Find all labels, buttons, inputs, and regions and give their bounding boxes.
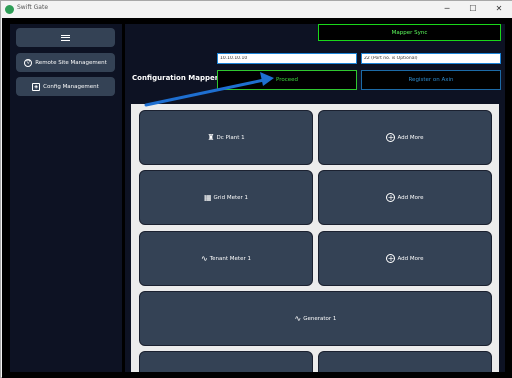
card-label: Generator 1 xyxy=(303,315,337,322)
maximize-button[interactable]: ☐ xyxy=(467,3,479,15)
sidebar: ⛛ Remote Site Management ◈ Config Manage… xyxy=(10,24,122,372)
card-label: Add More xyxy=(397,194,424,201)
add-more-card[interactable]: + Add More xyxy=(318,110,492,165)
grid-icon: ▦ xyxy=(203,192,212,202)
device-card-dc-plant[interactable]: ♜ Dc Plant 1 xyxy=(139,110,313,165)
ip-address-input[interactable] xyxy=(217,53,357,64)
device-card-generator[interactable]: ∿ Generator 1 xyxy=(139,291,492,346)
menu-toggle-button[interactable] xyxy=(16,28,115,47)
mapper-sync-button[interactable]: Mapper Sync xyxy=(318,24,501,41)
sidebar-item-label: Config Management xyxy=(43,83,99,90)
card-label: Add More xyxy=(397,134,424,141)
title-bar: Swift Gate ─ ☐ ✕ xyxy=(1,1,512,18)
main-panel: Mapper Sync Configuration Mapper Proceed… xyxy=(125,24,505,372)
app-client-area: ⛛ Remote Site Management ◈ Config Manage… xyxy=(2,18,512,378)
sidebar-item-config-management[interactable]: ◈ Config Management xyxy=(16,77,115,96)
card-label: Grid Meter 1 xyxy=(213,194,249,201)
proceed-button[interactable]: Proceed xyxy=(217,70,357,90)
tower-icon: ♜ xyxy=(207,132,215,142)
page-title: Configuration Mapper xyxy=(132,74,219,82)
pulse-icon: ∿ xyxy=(201,253,208,263)
hamburger-icon xyxy=(61,34,70,41)
window-title: Swift Gate xyxy=(17,4,49,11)
close-button[interactable]: ✕ xyxy=(493,3,505,15)
app-logo-icon xyxy=(5,5,14,14)
plus-circle-icon: + xyxy=(386,133,396,142)
pulse-icon: ∿ xyxy=(294,313,302,323)
add-more-card[interactable]: + Add More xyxy=(318,170,492,225)
device-card-partial[interactable] xyxy=(139,351,313,372)
device-card-partial[interactable] xyxy=(318,351,492,372)
sitemap-icon: ⛛ xyxy=(24,58,33,67)
device-card-grid-meter[interactable]: ▦ Grid Meter 1 xyxy=(139,170,313,225)
plus-circle-icon: + xyxy=(386,193,396,202)
cube-icon: ◈ xyxy=(32,82,41,91)
add-more-card[interactable]: + Add More xyxy=(318,231,492,286)
plus-circle-icon: + xyxy=(386,254,396,263)
minimize-button[interactable]: ─ xyxy=(441,3,453,15)
card-label: Add More xyxy=(397,255,424,262)
register-on-axin-button[interactable]: Register on Axin xyxy=(361,70,501,90)
card-label: Tenant Meter 1 xyxy=(209,255,251,262)
sidebar-item-label: Remote Site Management xyxy=(35,59,107,66)
port-input[interactable] xyxy=(361,53,501,64)
device-card-tenant-meter[interactable]: ∿ Tenant Meter 1 xyxy=(139,231,313,286)
card-label: Dc Plant 1 xyxy=(216,134,245,141)
sidebar-item-remote-site-management[interactable]: ⛛ Remote Site Management xyxy=(16,53,115,72)
app-window: Swift Gate ─ ☐ ✕ ⛛ Remote Site Managemen… xyxy=(0,0,512,378)
device-grid: ♜ Dc Plant 1 + Add More ▦ Grid Meter 1 +… xyxy=(131,104,499,372)
